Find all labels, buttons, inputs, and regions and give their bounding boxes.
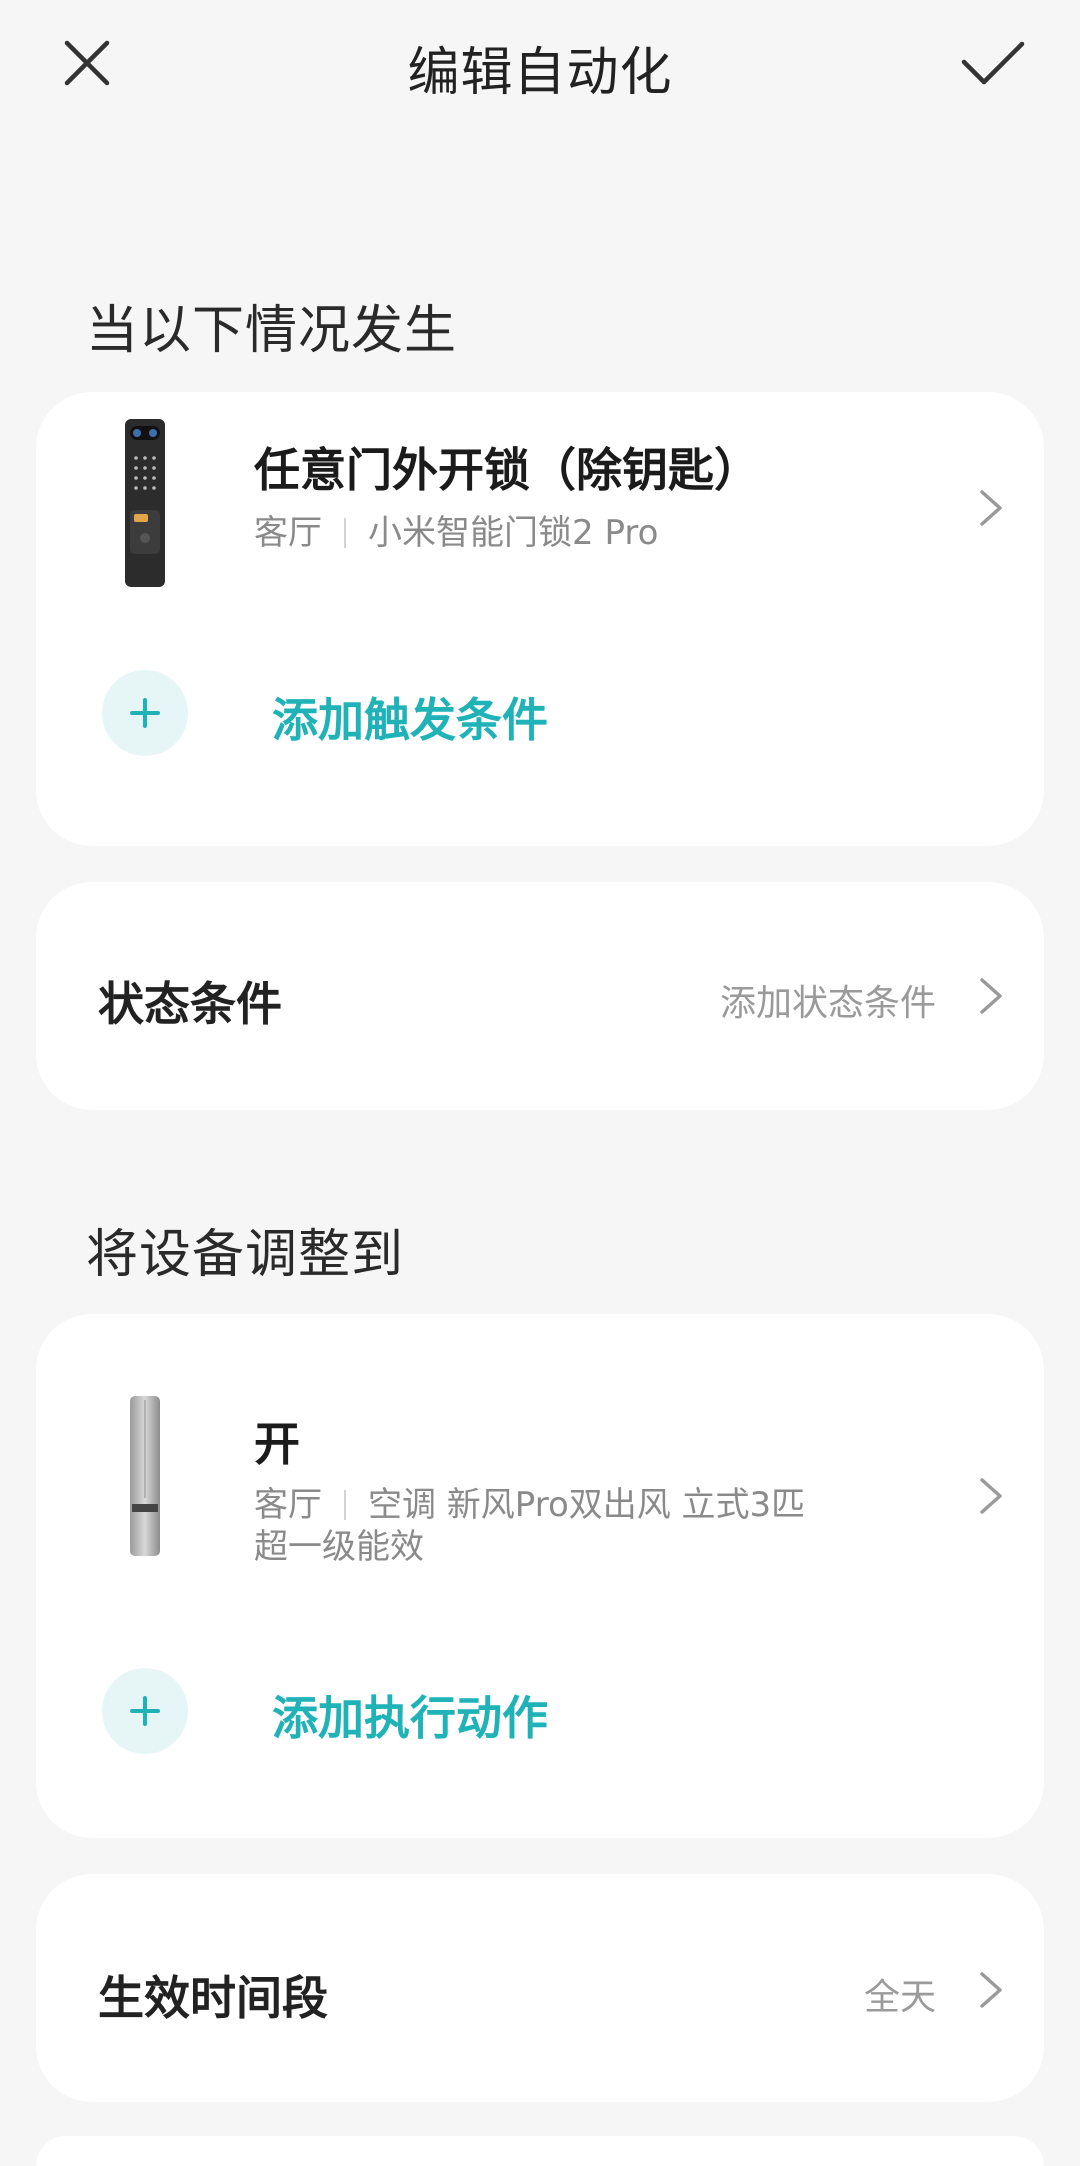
add-trigger-circle [102,670,188,756]
add-action-label: 添加执行动作 [272,1691,548,1745]
trigger-card: 任意门外开锁（除钥匙） 客厅 小米智能门锁2 Pro 添加触发条件 [36,392,1044,846]
trigger-item[interactable]: 任意门外开锁（除钥匙） 客厅 小米智能门锁2 Pro [36,392,1044,628]
action-subtitle: 客厅 空调 新风Pro双出风 立式3匹 [254,1484,805,1526]
air-conditioner-image [130,1396,160,1556]
trigger-section-title: 当以下情况发生 [86,301,458,361]
action-title: 开 [254,1417,300,1471]
trigger-subtitle: 客厅 小米智能门锁2 Pro [254,512,658,554]
next-card-partial [36,2136,1044,2166]
chevron-right-icon [980,1478,1002,1514]
state-condition-value: 添加状态条件 [719,983,936,1024]
add-action-button[interactable]: 添加执行动作 [36,1658,1044,1788]
page-title: 编辑自动化 [407,43,673,103]
state-condition-row[interactable]: 状态条件 添加状态条件 [36,882,1044,1110]
separator [344,518,346,548]
action-item[interactable]: 开 客厅 空调 新风Pro双出风 立式3匹 超一级能效 [36,1314,1044,1567]
action-device-line2: 超一级能效 [254,1527,424,1567]
time-period-row[interactable]: 生效时间段 全天 [36,1874,1044,2102]
add-trigger-label: 添加触发条件 [272,693,548,747]
state-condition-label: 状态条件 [98,977,282,1031]
confirm-button[interactable] [948,18,1038,108]
plus-icon [130,698,160,728]
action-room: 客厅 [254,1485,322,1525]
trigger-title: 任意门外开锁（除钥匙） [254,443,760,497]
trigger-room: 客厅 [254,513,322,553]
action-device-line1: 空调 新风Pro双出风 立式3匹 [368,1485,806,1525]
time-period-label: 生效时间段 [98,1971,328,2025]
action-card: 开 客厅 空调 新风Pro双出风 立式3匹 超一级能效 添加执行动作 [36,1314,1044,1838]
chevron-right-icon [980,978,1002,1014]
chevron-right-icon [980,1972,1002,2008]
add-trigger-button[interactable]: 添加触发条件 [36,662,1044,792]
plus-icon [130,1696,160,1726]
chevron-right-icon [980,490,1002,526]
time-period-value: 全天 [863,1977,936,2018]
trigger-device: 小米智能门锁2 Pro [368,513,659,553]
separator [344,1490,346,1520]
action-section-title: 将设备调整到 [86,1225,405,1285]
add-action-circle [102,1668,188,1754]
door-lock-image [125,419,165,587]
check-icon [961,41,1025,85]
